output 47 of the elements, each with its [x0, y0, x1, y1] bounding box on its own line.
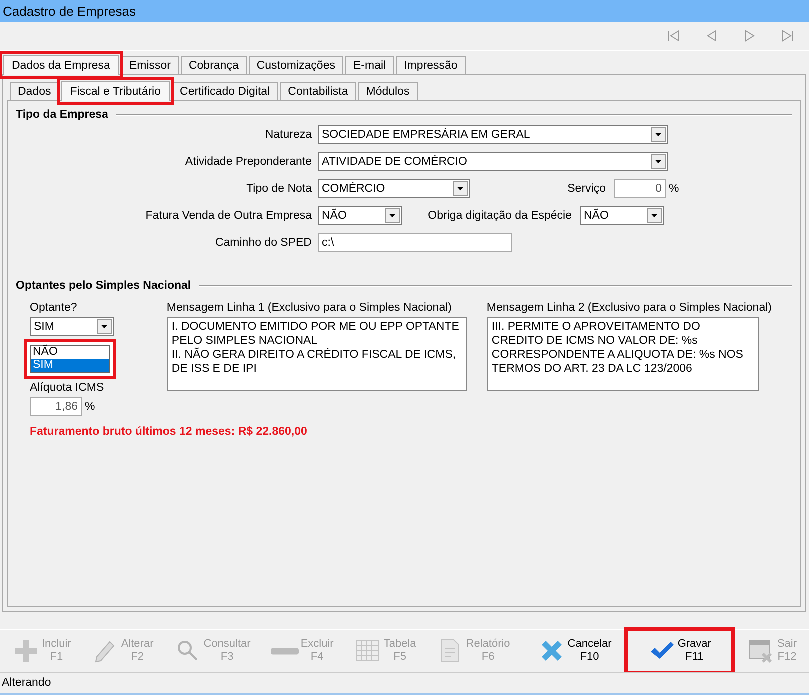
field-label: Optante?	[30, 302, 78, 314]
input-field[interactable]: c:\	[318, 233, 512, 252]
field-label: Mensagem Linha 2 (Exclusivo para o Simples Nacional)	[486, 302, 772, 314]
plus-icon	[12, 637, 40, 665]
field-label: Mensagem Linha 1 (Exclusivo para o Simples Nacional)	[166, 302, 453, 314]
dropdown[interactable]: ATIVIDADE DE COMÉRCIO	[318, 152, 668, 171]
field-label: Obriga digitação da Espécie	[427, 210, 573, 222]
tab[interactable]: Dados	[10, 82, 60, 100]
toolbar-button[interactable]: Cancelar F10	[530, 631, 620, 671]
tab[interactable]: Impressão	[396, 56, 466, 74]
dropdown-option[interactable]: SIM	[31, 359, 109, 372]
dropdown-option[interactable]: NÃO	[31, 346, 109, 359]
minus-icon	[270, 648, 299, 654]
unit-label: %	[668, 182, 680, 194]
field-label: Caminho do SPED	[214, 236, 313, 248]
text-area[interactable]: III. PERMITE O APROVEITAMENTO DO CREDITO DE ICMS NO VALOR DE: %s CORRESPONDENTE A ALIQUOTA DE: %s NOS TERMOS DO ART. 23 DA LC 123/2006	[486, 317, 759, 391]
dropdown[interactable]: SIM	[30, 317, 114, 336]
status-text: Alterando	[2, 677, 52, 689]
input-field[interactable]: 0	[614, 179, 666, 198]
dropdown[interactable]: SOCIEDADE EMPRESÁRIA EM GERAL	[318, 125, 668, 144]
field-label: Serviço	[566, 182, 607, 194]
window-title: Cadastro de Empresas	[3, 4, 136, 18]
field-label: Tipo de Nota	[246, 182, 313, 194]
navigation-arrow-icon[interactable]	[781, 29, 795, 43]
navigation-arrow-icon[interactable]	[667, 29, 681, 43]
tab[interactable]: Customizações	[248, 56, 344, 74]
tab[interactable]: Módulos	[358, 82, 418, 100]
section-title: Optantes pelo Simples Nacional	[16, 280, 192, 292]
tab[interactable]: E-mail	[345, 56, 394, 74]
text-area[interactable]: I. DOCUMENTO EMITIDO POR ME OU EPP OPTANTE PELO SIMPLES NACIONAL II. NÃO GERA DIREITO A CRÉDITO FISCAL DE ICMS, DE ISS E DE IPI	[166, 317, 467, 391]
unit-label: %	[84, 400, 96, 412]
input-field[interactable]: 1,86	[30, 397, 82, 416]
dropdown[interactable]: COMÉRCIO	[318, 179, 470, 198]
revenue-text: Faturamento bruto últimos 12 meses: R$ 22.860,00	[29, 426, 308, 438]
field-label: Alíquota ICMS	[30, 382, 106, 394]
field-label: Natureza	[264, 128, 313, 140]
field-label: Atividade Preponderante	[184, 156, 313, 168]
navigation-arrow-icon[interactable]	[743, 29, 757, 43]
navigation-arrow-icon[interactable]	[705, 29, 719, 43]
tab[interactable]: Contabilista	[280, 82, 356, 100]
tab[interactable]: Cobrança	[180, 56, 247, 74]
dropdown[interactable]: NÃO	[580, 206, 664, 225]
section-title: Tipo da Empresa	[16, 109, 108, 121]
dropdown[interactable]: NÃO	[318, 206, 402, 225]
tab[interactable]: Certificado Digital	[172, 82, 278, 100]
field-label: Fatura Venda de Outra Empresa	[144, 210, 313, 222]
tab[interactable]: Emissor	[121, 56, 179, 74]
